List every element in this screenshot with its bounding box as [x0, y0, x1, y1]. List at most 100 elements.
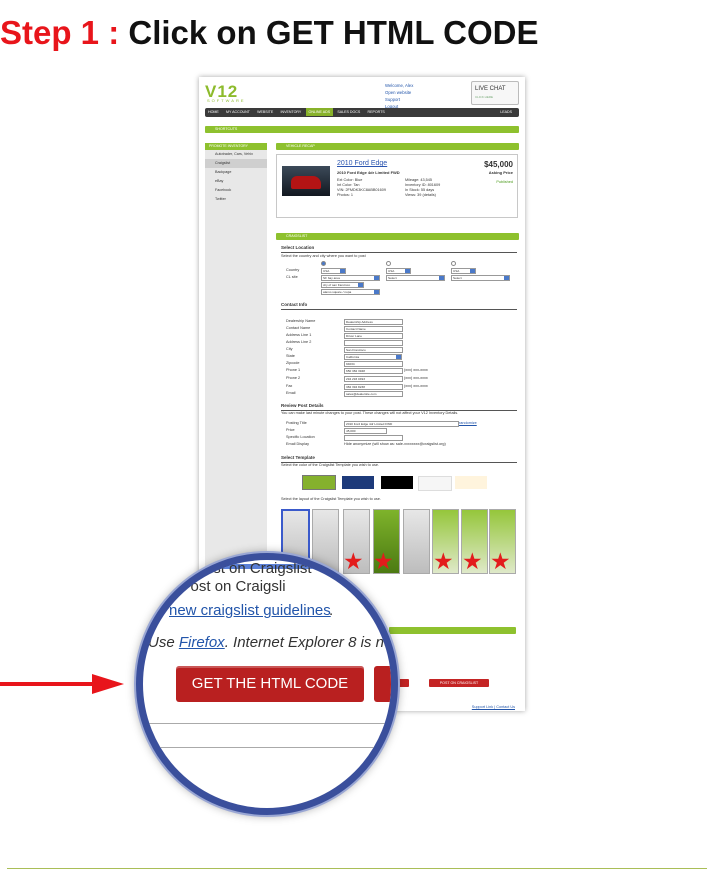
layout-thumb-5[interactable]	[403, 509, 430, 574]
price-field[interactable]: 45,000	[344, 428, 387, 434]
email-display-options[interactable]: Hide anonymize (will show as: sale-xxxxx…	[344, 442, 446, 446]
magnified-content: rder to post on Craigslist k on Post on …	[143, 560, 393, 808]
sidebar-item-autotrader[interactable]: Autotrader, Cars, Vehix	[205, 150, 267, 159]
contact-name-label: Contact Name	[286, 326, 311, 330]
live-chat-label: LIVE CHAT	[475, 86, 506, 92]
fax-hint: (xxx) xxx-xxxx	[404, 384, 428, 388]
swatch-navy[interactable]	[342, 476, 374, 489]
city-label: CL site	[286, 275, 298, 279]
swatch-white[interactable]	[418, 476, 452, 491]
app-logo-sub: SOFTWARE	[207, 98, 246, 103]
vehicle-price: $45,000	[484, 160, 513, 169]
photos-count: Photos: 1	[337, 193, 354, 197]
firefox-link[interactable]: Firefox	[179, 634, 225, 651]
live-chat-button[interactable]: LIVE CHAT CLICK HERE	[471, 81, 519, 105]
layout-note: Select the layout of the Craigslist Temp…	[281, 497, 381, 501]
city-select-3[interactable]: Select	[451, 275, 510, 281]
country-select-2[interactable]: USA	[386, 268, 411, 274]
top-links: Welcome, Alex Open website Support Logou…	[385, 83, 413, 111]
vehicle-card: 2010 Ford Edge 2010 Ford Edge 4dr Limite…	[276, 154, 518, 218]
nav-sales-docs[interactable]: SALES DOCS	[334, 108, 363, 116]
swatch-black[interactable]	[381, 476, 413, 489]
post-on-craigslist-button[interactable]: POST ON CRAIGSLIST	[429, 679, 489, 687]
support-link[interactable]: Support	[385, 97, 413, 102]
randomize-link[interactable]: randomize	[459, 421, 477, 425]
main-nav: HOME MY ACCOUNT WEBSITE INVENTORY ONLINE…	[205, 108, 519, 117]
subarea-select-1[interactable]: city of san francisco	[321, 282, 364, 288]
contact-name-field[interactable]: Contact Name	[344, 326, 403, 332]
zipcode-field[interactable]: 94034	[344, 361, 403, 367]
craigslist-guidelines-link[interactable]: new craigslist guidelines	[169, 602, 331, 619]
divider	[281, 252, 517, 253]
sidebar-item-twitter[interactable]: Twitter	[205, 195, 267, 204]
asking-price-label: Asking Price	[488, 170, 513, 175]
swatch-cream[interactable]	[455, 476, 487, 489]
location-radio-3[interactable]	[451, 261, 456, 266]
nav-inventory[interactable]: INVENTORY	[277, 108, 304, 116]
magnified-instruction-text: rder to post on Craigslist	[149, 560, 312, 577]
location-note: Select the country and city where you wa…	[281, 254, 366, 258]
nav-online-ads[interactable]: ONLINE ADS	[305, 108, 334, 116]
address2-field[interactable]	[344, 340, 403, 346]
phone2-label: Phone 2	[286, 376, 301, 380]
phone1-label: Phone 1	[286, 368, 301, 372]
template-heading: Select Template	[281, 455, 315, 460]
vehicle-photo[interactable]	[282, 166, 330, 196]
email-field[interactable]: sales@dealersite.com	[344, 391, 403, 397]
address1-label: Address Line 1	[286, 333, 312, 337]
get-html-code-button[interactable]: GET THE HTML CODE	[176, 666, 364, 702]
sidebar-item-craigslist[interactable]: Craigslist	[205, 159, 267, 168]
city-select-2[interactable]: Select	[386, 275, 445, 281]
fax-label: Fax	[286, 384, 293, 388]
bottom-divider	[7, 868, 707, 869]
vehicle-recap-bar: VEHICLE RECAP	[276, 143, 519, 150]
shortcuts-bar[interactable]: SHORTCUTS	[205, 126, 519, 133]
vehicle-details-right: Mileage: 43,545 Inventory ID: 801609 In …	[405, 178, 440, 198]
review-note: You can make last minute changes to your…	[281, 411, 459, 415]
specific-location-field[interactable]	[344, 435, 403, 441]
nav-home[interactable]: HOME	[205, 108, 222, 116]
preview-button-magnified[interactable]	[374, 666, 391, 702]
fax-field[interactable]: 382 394 8238	[344, 384, 403, 390]
nav-leads[interactable]: LEADS	[497, 108, 515, 116]
city-field[interactable]: San Francisco	[344, 347, 403, 353]
city-select-1[interactable]: SF bay area	[321, 275, 380, 281]
price-label: Price	[286, 428, 295, 432]
vehicle-title-link[interactable]: 2010 Ford Edge	[337, 160, 387, 167]
color-note: Select the color of the Craigslist Templ…	[281, 463, 380, 467]
phone2-field[interactable]: 294 293 0493	[344, 376, 403, 382]
dealership-name-field[interactable]: Dealership Address	[344, 319, 403, 325]
nav-website[interactable]: WEBSITE	[254, 108, 276, 116]
nav-my-account[interactable]: MY ACCOUNT	[223, 108, 253, 116]
browser-note-tail: . Internet Explorer 8 is no	[224, 634, 393, 651]
location-radio-2[interactable]	[386, 261, 391, 266]
subarea-select-2[interactable]: alamo square / nopa	[321, 289, 380, 295]
star-icon: ★	[462, 548, 483, 574]
location-radio-1[interactable]	[321, 261, 326, 266]
nav-reports[interactable]: REPORTS	[364, 108, 387, 116]
country-select-3[interactable]: USA	[451, 268, 476, 274]
sidebar-item-facebook[interactable]: Facebook	[205, 186, 267, 195]
specific-location-label: Specific Location	[286, 435, 315, 439]
country-select-1[interactable]: USA	[321, 268, 346, 274]
swatch-green[interactable]	[302, 475, 336, 490]
app-header: V12 SOFTWARE Welcome, Alex Open website …	[199, 77, 525, 109]
sidebar: PROMOTE INVENTORY Autotrader, Cars, Vehi…	[205, 143, 267, 623]
pointer-arrow-icon	[0, 674, 124, 694]
step-heading: Step 1 : Click on GET HTML CODE	[0, 14, 538, 52]
sidebar-item-ebay[interactable]: eBay	[205, 177, 267, 186]
posting-title-field[interactable]: 2010 Ford Edge 4dr Limited FWD	[344, 421, 459, 427]
open-website-link[interactable]: Open website	[385, 90, 413, 95]
magnifier-lens: rder to post on Craigslist k on Post on …	[136, 553, 398, 815]
city-field-label: City	[286, 347, 293, 351]
address1-field[interactable]: Driver Lane	[344, 333, 403, 339]
views: Views: 39 (details)	[405, 193, 436, 197]
state-select[interactable]: California	[344, 354, 402, 360]
phone1-field[interactable]: 650 382 3948	[344, 368, 403, 374]
footer-links[interactable]: Support Link | Contact Us	[472, 705, 515, 709]
sidebar-item-backpage[interactable]: Backpage	[205, 168, 267, 177]
email-display-label: Email Display	[286, 442, 309, 446]
live-chat-sub: CLICK HERE	[475, 95, 494, 99]
step-number: Step 1 :	[0, 14, 120, 51]
sidebar-title: PROMOTE INVENTORY	[205, 143, 267, 150]
